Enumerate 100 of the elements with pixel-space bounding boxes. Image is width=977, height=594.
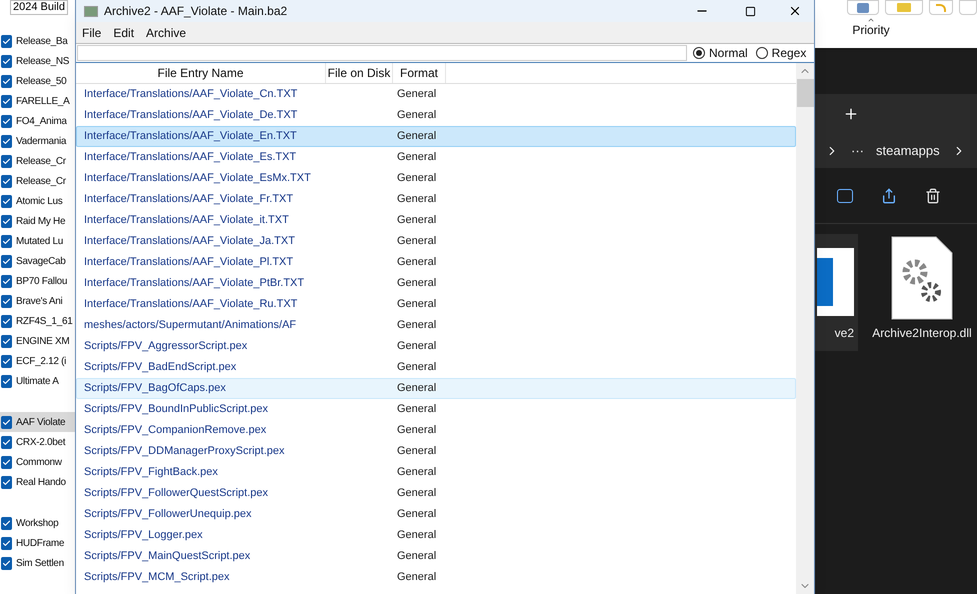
mod-list-item[interactable]: BP70 Fallou: [0, 271, 75, 291]
checkbox[interactable]: [1, 476, 12, 488]
file-tile[interactable]: Archive2Interop.dll: [872, 234, 972, 351]
mod-list-item[interactable]: AAF Violate: [0, 412, 75, 432]
table-row[interactable]: Scripts/FPV_MCM_Script.pex General: [76, 567, 796, 588]
checkbox[interactable]: [1, 114, 12, 128]
file-tile[interactable]: ve2: [815, 234, 858, 351]
table-row[interactable]: Scripts/FPV_FollowerQuestScript.pex General: [76, 483, 796, 504]
mod-list-item[interactable]: Raid My He: [0, 211, 75, 231]
table-row[interactable]: Interface/Translations/AAF_Violate_it.TXT General: [76, 210, 796, 231]
column-header[interactable]: File on Disk: [326, 63, 393, 83]
table-row[interactable]: Scripts/FPV_BoundInPublicScript.pex General: [76, 399, 796, 420]
mod-list-item[interactable]: Vadermania: [0, 131, 75, 151]
tools-button[interactable]: [847, 0, 880, 15]
table-row[interactable]: Scripts/FPV_FightBack.pex General: [76, 462, 796, 483]
mod-list-item[interactable]: Commonw: [0, 452, 75, 472]
checkbox[interactable]: [1, 314, 12, 328]
mod-list-item[interactable]: Release_50: [0, 71, 75, 91]
scroll-thumb[interactable]: [796, 79, 814, 107]
checkbox[interactable]: [1, 294, 12, 308]
mod-list-item[interactable]: Atomic Lus: [0, 191, 75, 211]
breadcrumb-item[interactable]: ···: [851, 141, 864, 161]
checkbox[interactable]: [1, 436, 12, 448]
table-row[interactable]: Interface/Translations/AAF_Violate_Fr.TXT General: [76, 189, 796, 210]
table-cell-text: General: [396, 444, 436, 460]
new-tab-icon[interactable]: [843, 106, 859, 122]
checkbox[interactable]: [1, 374, 12, 388]
table-row[interactable]: Interface/Translations/AAF_Violate_Ja.TXT General: [76, 231, 796, 252]
build-selector[interactable]: 2024 Build: [10, 0, 68, 15]
mod-list-item[interactable]: Sim Settlen: [0, 553, 75, 573]
search-field[interactable]: [77, 45, 687, 61]
delete-icon[interactable]: [925, 188, 941, 204]
mod-list-item[interactable]: Release_NS: [0, 51, 75, 71]
table-row[interactable]: Interface/Translations/AAF_Violate_De.TXT General: [76, 105, 796, 126]
mod-list-item[interactable]: Workshop: [0, 513, 75, 533]
table-row[interactable]: Scripts/FPV_BadEndScript.pex General: [76, 357, 796, 378]
table-row[interactable]: meshes/actors/Supermutant/Animations/AF General: [76, 315, 796, 336]
table-row[interactable]: Scripts/FPV_CompanionRemove.pex General: [76, 420, 796, 441]
checkbox[interactable]: [1, 194, 12, 208]
mod-list-item[interactable]: Mutated Lu: [0, 231, 75, 251]
mod-list-item[interactable]: ENGINE XM: [0, 331, 75, 351]
maximize-icon[interactable]: [745, 6, 756, 16]
breadcrumb-item[interactable]: steamapps: [876, 141, 940, 161]
scrollbar[interactable]: [796, 63, 814, 594]
mod-list-item[interactable]: ECF_2.12 (i: [0, 351, 75, 371]
checkbox[interactable]: [1, 94, 12, 108]
table-row[interactable]: Interface/Translations/AAF_Violate_EsMx.TXT General: [76, 168, 796, 189]
table-cell-text: Scripts/FPV_FollowerQuestScript.pex: [83, 486, 270, 502]
checkbox[interactable]: [1, 34, 12, 48]
share-icon[interactable]: [881, 188, 897, 204]
table-row[interactable]: Scripts/FPV_MainQuestScript.pex General: [76, 546, 796, 567]
checkbox[interactable]: [1, 536, 12, 550]
table-row[interactable]: Interface/Translations/AAF_Violate_PtBr.TXT General: [76, 273, 796, 294]
radio-button[interactable]: Regex: [756, 44, 806, 62]
checkbox[interactable]: [1, 334, 12, 348]
menu-item[interactable]: Edit: [113, 24, 134, 42]
table-row[interactable]: Scripts/FPV_FollowerUnequip.pex General: [76, 504, 796, 525]
mod-list-item[interactable]: SavageCab: [0, 251, 75, 271]
checkbox[interactable]: [1, 54, 12, 68]
close-icon[interactable]: [788, 4, 802, 18]
table-row[interactable]: Scripts/FPV_Logger.pex General: [76, 525, 796, 546]
mod-list-item[interactable]: Real Hando: [0, 472, 75, 492]
mod-list-item[interactable]: Ultimate A: [0, 371, 75, 391]
mod-list-item[interactable]: Release_Cr: [0, 171, 75, 191]
menu-item[interactable]: Archive: [146, 24, 186, 42]
table-row[interactable]: Interface/Translations/AAF_Violate_Ru.TXT General: [76, 294, 796, 315]
checkbox[interactable]: [1, 174, 12, 188]
table-row[interactable]: Scripts/FPV_DDManagerProxyScript.pex General: [76, 441, 796, 462]
checkbox[interactable]: [1, 516, 12, 530]
table-row[interactable]: Interface/Translations/AAF_Violate_Pl.TXT General: [76, 252, 796, 273]
checkbox[interactable]: [1, 234, 12, 248]
radio-button[interactable]: Normal: [693, 44, 748, 62]
mod-list-item[interactable]: RZF4S_1_61: [0, 311, 75, 331]
mod-list-item[interactable]: FARELLE_A: [0, 91, 75, 111]
checkbox[interactable]: [1, 556, 12, 570]
column-header[interactable]: File Entry Name: [76, 63, 326, 83]
table-row[interactable]: Interface/Translations/AAF_Violate_Cn.TXT General: [76, 84, 796, 105]
checkbox[interactable]: [1, 154, 12, 168]
checkbox[interactable]: [1, 134, 12, 148]
mod-list-item[interactable]: HUDFrame: [0, 533, 75, 553]
checkbox[interactable]: [1, 456, 12, 468]
mod-list-item[interactable]: CRX-2.0bet: [0, 432, 75, 452]
checkbox[interactable]: [1, 274, 12, 288]
table-row[interactable]: Interface/Translations/AAF_Violate_En.TXT General: [76, 126, 796, 147]
checkbox[interactable]: [1, 254, 12, 268]
checkbox[interactable]: [1, 354, 12, 368]
mod-list-item[interactable]: Brave's Ani: [0, 291, 75, 311]
table-row[interactable]: Scripts/FPV_AggressorScript.pex General: [76, 336, 796, 357]
mod-list-item[interactable]: Release_Cr: [0, 151, 75, 171]
checkbox[interactable]: [1, 74, 12, 88]
menu-item[interactable]: File: [82, 24, 102, 42]
mod-list-item[interactable]: FO4_Anima: [0, 111, 75, 131]
checkbox[interactable]: [1, 214, 12, 228]
mod-list-item[interactable]: Release_Ba: [0, 31, 75, 51]
column-header[interactable]: Priority: [852, 24, 890, 37]
column-header[interactable]: Format: [393, 63, 446, 83]
table-cell-text: Scripts/FPV_Logger.pex: [83, 528, 204, 544]
checkbox[interactable]: [1, 416, 12, 428]
table-row[interactable]: Interface/Translations/AAF_Violate_Es.TXT General: [76, 147, 796, 168]
table-row[interactable]: Scripts/FPV_BagOfCaps.pex General: [76, 378, 796, 399]
